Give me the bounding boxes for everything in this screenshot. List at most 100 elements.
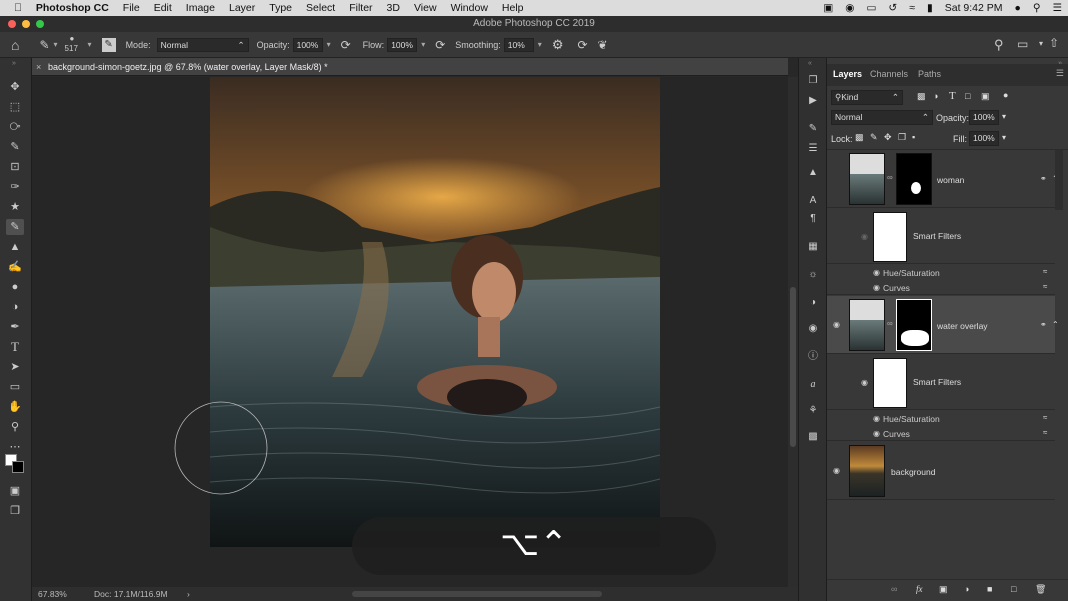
lock-image-icon[interactable]: ✎ [870, 132, 878, 143]
layer-thumbnail[interactable] [849, 153, 885, 205]
close-tab-icon[interactable]: × [36, 58, 41, 76]
pressure-opacity-icon[interactable]: ⟳ [341, 38, 351, 52]
panel-scrollbar[interactable] [1055, 150, 1063, 210]
brush-settings-panel-icon[interactable]: ☰ [806, 142, 820, 156]
smart-filters-row[interactable]: ◉ Smart Filters [827, 209, 1055, 264]
zoom-tool-icon[interactable]: ⚲ [6, 419, 24, 435]
3d-panel-icon[interactable]: ⚘ [806, 404, 820, 418]
layer-name[interactable]: water overlay [937, 321, 988, 331]
tab-layers[interactable]: Layers [833, 69, 862, 79]
clone-stamp-tool-icon[interactable]: ▲ [6, 239, 24, 255]
menu-file[interactable]: File [116, 2, 147, 14]
menu-layer[interactable]: Layer [222, 2, 262, 14]
brushes-panel-icon[interactable]: ✎ [806, 122, 820, 136]
learn-panel-icon[interactable]: ☼ [806, 268, 820, 282]
status-menu-arrow-icon[interactable]: › [187, 587, 190, 601]
dodge-tool-icon[interactable]: ◑ [6, 299, 24, 315]
add-mask-icon[interactable]: ▣ [939, 584, 948, 595]
filter-row-hue-saturation[interactable]: ◉ Hue/Saturation ≈ [827, 266, 1055, 280]
smoothing-field[interactable]: 10% [503, 37, 534, 52]
menu-3d[interactable]: 3D [380, 2, 407, 14]
fx-icon[interactable]: fx [916, 584, 923, 594]
lock-artboard-icon[interactable]: ❐ [898, 132, 906, 143]
pressure-size-icon[interactable]: ⟳ [577, 38, 587, 52]
menu-edit[interactable]: Edit [147, 2, 179, 14]
shape-filter-icon[interactable]: □ [965, 91, 970, 101]
marquee-tool-icon[interactable]: ⬚ [6, 99, 24, 115]
crop-tool-icon[interactable]: ⊡ [6, 159, 24, 175]
blur-tool-icon[interactable]: ● [6, 279, 24, 295]
chevron-down-icon[interactable]: ▾ [54, 40, 58, 49]
lock-position-icon[interactable]: ✥ [884, 132, 892, 143]
collapse-panels-icon[interactable]: « [808, 60, 812, 67]
visibility-eye-icon[interactable]: ◉ [873, 283, 880, 292]
notification-center-icon[interactable]: ☰ [1053, 2, 1062, 14]
new-layer-icon[interactable]: □ [1011, 584, 1016, 594]
chevron-down-icon[interactable]: ▾ [1002, 112, 1006, 121]
chevron-down-icon[interactable]: ▾ [421, 40, 425, 49]
new-adjustment-layer-icon[interactable]: ◑ [964, 584, 969, 594]
fill-field[interactable]: 100% [969, 131, 999, 146]
brush-tool-preset-icon[interactable]: ✎ [39, 38, 49, 52]
lock-transparency-icon[interactable]: ▩ [855, 132, 864, 143]
filter-blending-options-icon[interactable]: ≈ [1043, 413, 1047, 422]
canvas-vertical-scrollbar[interactable] [788, 77, 798, 587]
visibility-eye-icon[interactable]: ◉ [873, 429, 880, 438]
filter-row-hue-saturation[interactable]: ◉ Hue/Saturation ≈ [827, 412, 1055, 426]
collapse-effects-icon[interactable]: ⌃ [1052, 320, 1059, 329]
menu-help[interactable]: Help [495, 2, 531, 14]
search-icon[interactable]: ⚲ [994, 37, 1004, 53]
clone-source-panel-icon[interactable]: ▲ [806, 166, 820, 180]
type-tool-icon[interactable]: T [6, 339, 24, 355]
swatches-panel-icon[interactable]: ▦ [806, 240, 820, 254]
layer-mask-thumbnail[interactable] [896, 299, 932, 351]
properties-panel-icon[interactable]: ▩ [806, 430, 820, 444]
adjustment-filter-icon[interactable]: ◑ [933, 91, 938, 101]
history-brush-tool-icon[interactable]: ✍ [6, 259, 24, 275]
menu-image[interactable]: Image [179, 2, 222, 14]
actions-panel-icon[interactable]: ▶ [806, 94, 820, 108]
hand-tool-icon[interactable]: ✋ [6, 399, 24, 415]
menu-window[interactable]: Window [444, 2, 495, 14]
cast-icon[interactable]: ▭ [866, 2, 876, 14]
layer-name[interactable]: background [891, 467, 935, 477]
layer-thumbnail[interactable] [849, 445, 885, 497]
paragraph-panel-icon[interactable]: ¶ [806, 212, 820, 226]
quick-selection-tool-icon[interactable]: ✎ [6, 139, 24, 155]
smart-filters-row[interactable]: ◉ Smart Filters [827, 355, 1055, 410]
smart-filter-mask-thumbnail[interactable] [873, 358, 907, 408]
mode-dropdown[interactable]: Normal ⌃ [156, 37, 249, 52]
character-panel-icon[interactable]: A [806, 194, 820, 208]
new-group-icon[interactable]: ■ [987, 584, 992, 594]
panel-menu-icon[interactable]: ☰ [1056, 68, 1064, 79]
document-size[interactable]: Doc: 17.1M/116.9M [94, 587, 168, 601]
user-icon[interactable]: ● [1015, 2, 1021, 14]
lock-all-icon[interactable]: ▪ [912, 132, 915, 142]
chevron-down-icon[interactable]: ▾ [1039, 39, 1043, 48]
layer-row-water-overlay[interactable]: ◉ ∞ water overlay ⚭ ⌃ [827, 296, 1059, 354]
move-tool-icon[interactable]: ✥ [6, 79, 24, 95]
pixel-filter-icon[interactable]: ▩ [917, 91, 926, 102]
tab-channels[interactable]: Channels [870, 69, 908, 79]
lasso-tool-icon[interactable]: ⧂ [6, 119, 24, 135]
visibility-eye-icon[interactable]: ◉ [833, 466, 840, 475]
filter-blending-options-icon[interactable]: ≈ [1043, 428, 1047, 437]
menu-type[interactable]: Type [262, 2, 299, 14]
layer-name[interactable]: woman [937, 175, 964, 185]
link-icon[interactable]: ∞ [887, 319, 893, 328]
link-layers-icon[interactable]: ∞ [891, 584, 897, 594]
tab-paths[interactable]: Paths [918, 69, 941, 79]
creative-cloud-icon[interactable]: ◉ [845, 2, 854, 14]
menu-select[interactable]: Select [299, 2, 342, 14]
share-icon[interactable]: ⇧ [1049, 36, 1059, 50]
minimize-window-button[interactable] [22, 20, 30, 28]
layer-mask-thumbnail[interactable] [896, 153, 932, 205]
visibility-eye-icon[interactable]: ◉ [833, 320, 840, 329]
more-tools-icon[interactable]: ⋯ [6, 439, 24, 455]
brush-tool-icon[interactable]: ✎ [6, 219, 24, 235]
zoom-level[interactable]: 67.83% [38, 587, 67, 601]
chevron-down-icon[interactable]: ▾ [88, 40, 92, 49]
chevron-down-icon[interactable]: ▾ [538, 40, 542, 49]
layer-thumbnail[interactable] [849, 299, 885, 351]
filter-toggle-icon[interactable]: ● [1003, 90, 1008, 100]
